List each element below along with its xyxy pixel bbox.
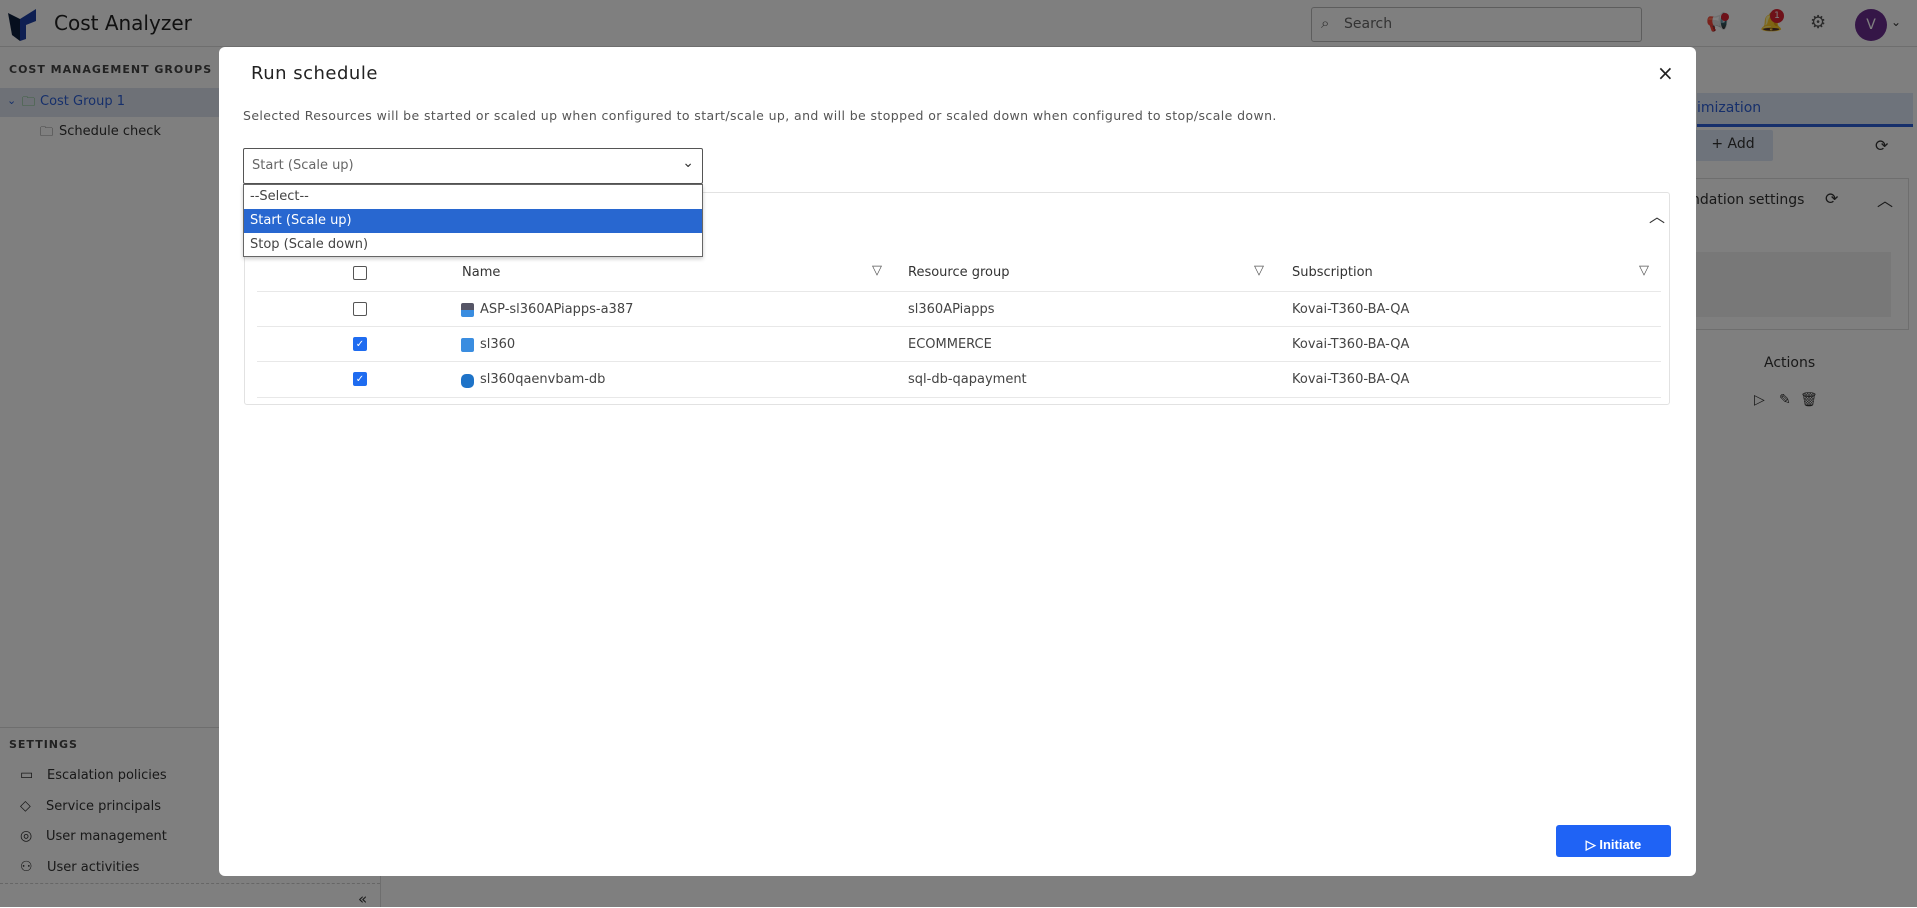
subscription: Kovai-T360-BA-QA [1292,337,1410,352]
action-select-dropdown: --Select-- Start (Scale up) Stop (Scale … [243,184,703,257]
resource-group: ECOMMERCE [908,337,992,352]
resource-group: sql-db-qapayment [908,372,1027,387]
row-checkbox[interactable]: ✓ [353,337,367,351]
filter-icon[interactable]: ▽ [872,263,882,278]
option-select[interactable]: --Select-- [244,185,702,209]
option-start-scale-up[interactable]: Start (Scale up) [244,209,702,233]
table-row[interactable]: ✓ sl360qaenvbam-db sql-db-qapayment Kova… [257,362,1661,398]
resource-group: sl360APiapps [908,302,995,317]
sql-database-icon [461,374,474,388]
table-row[interactable]: ✓ sl360 ECOMMERCE Kovai-T360-BA-QA [257,327,1661,362]
subscription: Kovai-T360-BA-QA [1292,372,1410,387]
table-row[interactable]: ASP-sl360APiapps-a387 sl360APiapps Kovai… [257,292,1661,327]
modal-description: Selected Resources will be started or sc… [243,108,1277,123]
divider [257,397,1661,398]
column-header-name: Name [462,265,501,280]
resource-name: sl360qaenvbam-db [480,372,606,387]
filter-icon[interactable]: ▽ [1639,263,1649,278]
select-all-checkbox[interactable] [353,266,367,280]
initiate-label: Initiate [1599,837,1642,852]
column-header-resource-group: Resource group [908,265,1010,280]
app-service-plan-icon [461,303,474,317]
option-stop-scale-down[interactable]: Stop (Scale down) [244,233,702,257]
filter-icon[interactable]: ▽ [1254,263,1264,278]
column-header-subscription: Subscription [1292,265,1373,280]
initiate-button[interactable]: ▷ Initiate [1556,825,1671,857]
resource-name: ASP-sl360APiapps-a387 [480,302,634,317]
select-value: Start (Scale up) [252,158,354,173]
subscription: Kovai-T360-BA-QA [1292,302,1410,317]
close-icon[interactable]: × [1657,61,1674,85]
action-select[interactable]: Start (Scale up) ⌄ [243,148,703,184]
run-schedule-modal: Run schedule × Selected Resources will b… [219,47,1696,876]
chevron-up-icon[interactable]: ︿ [1649,203,1665,227]
chevron-down-icon: ⌄ [682,155,694,171]
virtual-machine-icon [461,338,474,352]
play-icon: ▷ [1585,837,1600,852]
row-checkbox[interactable] [353,302,367,316]
row-checkbox[interactable]: ✓ [353,372,367,386]
modal-title: Run schedule [251,63,378,84]
resource-name: sl360 [480,337,516,352]
